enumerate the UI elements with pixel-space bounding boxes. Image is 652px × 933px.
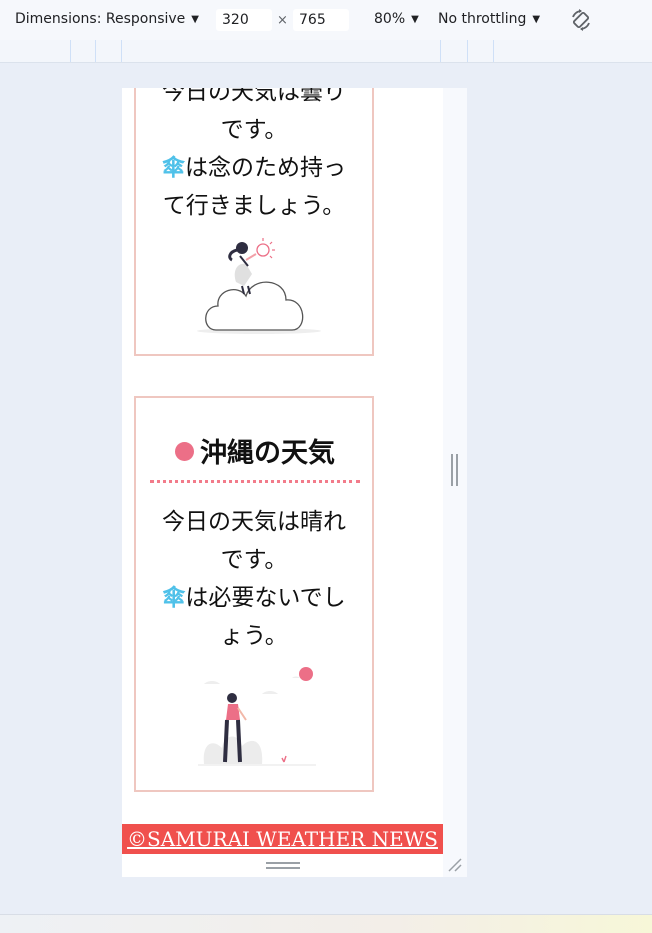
- throttling-dropdown[interactable]: No throttling ▼: [438, 11, 540, 27]
- ruler-tick: [70, 40, 71, 62]
- emulated-viewport: 今日の天気は曇り です。 傘は念のため持っ て行きましょう。 沖縄の天気 今日の…: [122, 88, 443, 877]
- umbrella-glyph: 傘: [162, 585, 186, 611]
- height-input[interactable]: [293, 9, 349, 31]
- corner-resize-handle-icon[interactable]: [447, 857, 463, 873]
- ruler-tick: [467, 40, 468, 62]
- dimensions-label: Dimensions: Responsive: [15, 11, 186, 27]
- card-text-line2: です。: [220, 547, 288, 573]
- width-input[interactable]: [216, 9, 272, 31]
- umbrella-glyph: 傘: [162, 155, 185, 181]
- card-text-line3-rest: は念のため持っ: [185, 155, 346, 181]
- bottom-resize-handle[interactable]: [266, 862, 300, 870]
- weather-card-okinawa: 沖縄の天気 今日の天気は晴れ です。 傘は必要ないでし ょう。: [134, 396, 374, 792]
- weather-card-cloudy: 今日の天気は曇り です。 傘は念のため持っ て行きましょう。: [134, 88, 374, 356]
- okinawa-title-text: 沖縄の天気: [200, 438, 335, 469]
- ruler-tick: [493, 40, 494, 62]
- footer-copyright-link[interactable]: ©SAMURAI WEATHER NEWS: [127, 827, 438, 851]
- throttling-label: No throttling: [438, 11, 527, 27]
- right-resize-handle[interactable]: [451, 454, 459, 486]
- chevron-down-icon: ▼: [411, 14, 419, 25]
- cloud-illustration: [197, 238, 321, 334]
- site-footer: ©SAMURAI WEATHER NEWS: [122, 824, 443, 854]
- bullet-dot-icon: [175, 442, 194, 461]
- device-toolbar: Dimensions: Responsive ▼ × 80% ▼ No thrott…: [0, 0, 652, 41]
- card-text-line2: です。: [220, 117, 288, 143]
- card-text-line3: 傘は念のため持っ: [136, 149, 372, 187]
- chevron-down-icon: ▼: [191, 14, 199, 25]
- ruler-tick: [95, 40, 96, 62]
- zoom-dropdown[interactable]: 80% ▼: [374, 11, 419, 27]
- card-text-line3-rest: は必要ないでし: [185, 585, 346, 611]
- ruler-tick: [440, 40, 441, 62]
- card-text-line1: 今日の天気は晴れ: [162, 509, 346, 535]
- os-taskbar: [0, 914, 652, 933]
- sunny-walk-illustration: [198, 667, 316, 766]
- rotate-icon[interactable]: [569, 8, 593, 32]
- zoom-label: 80%: [374, 11, 406, 27]
- dimensions-dropdown[interactable]: Dimensions: Responsive ▼: [15, 11, 199, 27]
- ruler-tick: [121, 40, 122, 62]
- card-text-line4: て行きましょう。: [162, 193, 346, 219]
- card-text-line3: 傘は必要ないでし: [136, 579, 372, 617]
- okinawa-title: 沖縄の天気: [150, 432, 360, 483]
- card-text-line4: ょう。: [220, 623, 288, 649]
- card-text-line1: 今日の天気は曇り: [162, 88, 346, 105]
- chevron-down-icon: ▼: [532, 14, 541, 25]
- times-sign: ×: [277, 13, 288, 28]
- media-query-ruler: [0, 40, 652, 63]
